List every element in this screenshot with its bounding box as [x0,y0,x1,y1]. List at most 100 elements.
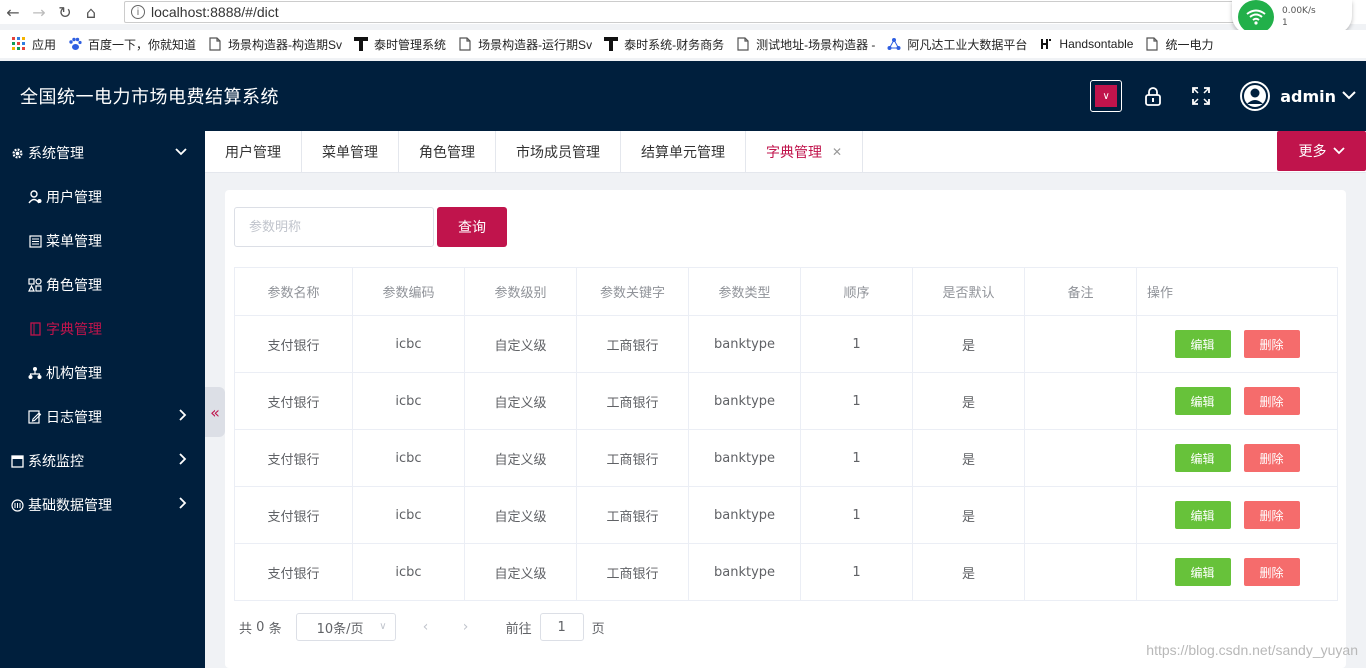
param-name-search-input[interactable] [234,207,434,247]
sidebar-item[interactable]: 系统监控 [0,439,205,483]
column-header: 参数级别 [464,267,577,316]
tab[interactable]: 市场成员管理 [496,131,621,172]
goto-page-input[interactable] [539,613,584,641]
sidebar-item-label: 系统监控 [28,454,84,470]
chevron-down-icon: ∨ [1095,85,1118,107]
list-icon [28,234,42,248]
page-icon [458,37,472,51]
tab[interactable]: 结算单元管理 [621,131,746,172]
table-cell: banktype [688,543,801,601]
actions-cell: 编辑 删除 [1136,372,1338,430]
table-cell: 自定义级 [464,315,577,373]
tab[interactable]: 角色管理 [399,131,496,172]
username[interactable]: admin [1280,87,1336,106]
bookmark-item[interactable]: 泰时管理系统 [354,36,446,53]
bookmark-item[interactable]: Handsontable [1039,37,1133,51]
chevron-down-icon: ∨ [379,621,387,632]
app-title: 全国统一电力市场电费结算系统 [20,87,279,108]
table-cell: icbc [352,315,465,373]
bookmark-item[interactable]: 应用 [12,36,56,53]
table-cell: 工商银行 [576,543,689,601]
next-page-icon[interactable]: › [446,619,486,635]
edit-button[interactable]: 编辑 [1174,501,1231,529]
tab-label: 市场成员管理 [516,144,600,161]
table-header-row: 参数名称 参数编码 参数级别 参数关键字 参数类型 顺序 是否默认 备注 操作 [234,267,1338,316]
table-cell [1024,543,1137,601]
role-icon [28,278,42,292]
bookmark-label: 测试地址-场景构造器 - [756,37,876,52]
bookmark-item[interactable]: 场景构造器-运行期Sv [458,36,592,53]
sidebar-item-label: 字典管理 [46,322,102,338]
info-icon[interactable]: i [131,5,145,19]
sidebar: 系统管理 用户管理 菜单管理 角色管理字典管理机构管理 日志管理系统监控基础数据管理 [0,131,205,668]
delete-button[interactable]: 删除 [1243,501,1300,529]
tab[interactable]: 用户管理 [205,131,302,172]
bookmark-item[interactable]: 百度一下，你就知道 [68,36,196,53]
total-count: 0 [256,619,265,635]
sidebar-item[interactable]: 角色管理 [0,263,205,307]
watermark: https://blog.csdn.net/sandy_yuyan [1146,642,1358,658]
table-cell: icbc [352,543,465,601]
sidebar-item[interactable]: 菜单管理 [0,219,205,263]
gear-icon [10,146,24,160]
edit-button[interactable]: 编辑 [1174,558,1231,586]
table-cell: 工商银行 [576,429,689,487]
bookmark-item[interactable]: 场景构造器-构造期Sv [208,36,342,53]
edit-doc-icon [28,410,42,424]
table-cell: 是 [912,543,1025,601]
lock-icon[interactable] [1138,81,1168,111]
sidebar-item[interactable]: 字典管理 [0,307,205,351]
table-cell: banktype [688,372,801,430]
table-cell: 工商银行 [576,486,689,544]
bookmark-item[interactable]: 统一电力 [1145,36,1214,53]
edit-button[interactable]: 编辑 [1174,387,1231,415]
sidebar-item[interactable]: 机构管理 [0,351,205,395]
table-cell: 是 [912,315,1025,373]
table-cell: 是 [912,372,1025,430]
table-cell: icbc [352,372,465,430]
table-cell: 自定义级 [464,372,577,430]
address-bar[interactable]: i localhost:8888/#/dict [124,1,1244,23]
table-cell [1024,315,1137,373]
reload-icon[interactable]: ↻ [52,0,78,24]
bookmark-label: 场景构造器-运行期Sv [478,37,593,52]
more-tabs-button[interactable]: 更多 [1277,131,1366,171]
pagination: 共 0 条 10条/页 ∨ ‹ › 前往 页 [239,613,605,641]
sidebar-item[interactable]: 系统管理 [0,131,205,175]
query-button[interactable]: 查询 [437,207,507,247]
edit-button[interactable]: 编辑 [1174,444,1231,472]
prev-page-icon[interactable]: ‹ [406,619,446,635]
back-arrow-icon[interactable]: ← [0,0,26,24]
tab-label: 结算单元管理 [641,144,725,161]
chevron-down-icon[interactable] [1342,88,1356,104]
collapse-sidebar-button[interactable]: « [205,387,225,437]
delete-button[interactable]: 删除 [1243,330,1300,358]
sidebar-item[interactable]: 基础数据管理 [0,483,205,527]
page-icon [1145,37,1159,51]
bookmark-item[interactable]: 阿凡达工业大数据平台 [887,36,1027,53]
bookmark-item[interactable]: 测试地址-场景构造器 - [736,36,875,53]
close-icon[interactable]: ✕ [832,145,842,159]
sidebar-item[interactable]: 用户管理 [0,175,205,219]
net-speed: 0.00K/s [1282,6,1316,16]
forward-arrow-icon[interactable]: → [26,0,52,24]
home-icon[interactable]: ⌂ [78,0,104,24]
tab[interactable]: 菜单管理 [302,131,399,172]
table-cell: 支付银行 [234,315,353,373]
fullscreen-icon[interactable] [1186,81,1216,111]
theme-picker-button[interactable]: ∨ [1090,80,1123,112]
sidebar-item[interactable]: 日志管理 [0,395,205,439]
sidebar-item-label: 基础数据管理 [28,498,112,514]
delete-button[interactable]: 删除 [1243,387,1300,415]
table-row: 支付银行 icbc 自定义级 工商银行 banktype 1 是 编辑 删除 [234,486,1338,544]
delete-button[interactable]: 删除 [1243,444,1300,472]
wifi-icon [1238,0,1274,34]
edit-button[interactable]: 编辑 [1174,330,1231,358]
page-size-select[interactable]: 10条/页 ∨ [295,613,396,641]
table-cell: 工商银行 [576,372,689,430]
delete-button[interactable]: 删除 [1243,558,1300,586]
bookmark-item[interactable]: 泰时系统-财务商务 [604,36,724,53]
actions-cell: 编辑 删除 [1136,429,1338,487]
tab[interactable]: 字典管理 ✕ [746,131,864,172]
user-avatar-icon[interactable] [1240,81,1271,111]
